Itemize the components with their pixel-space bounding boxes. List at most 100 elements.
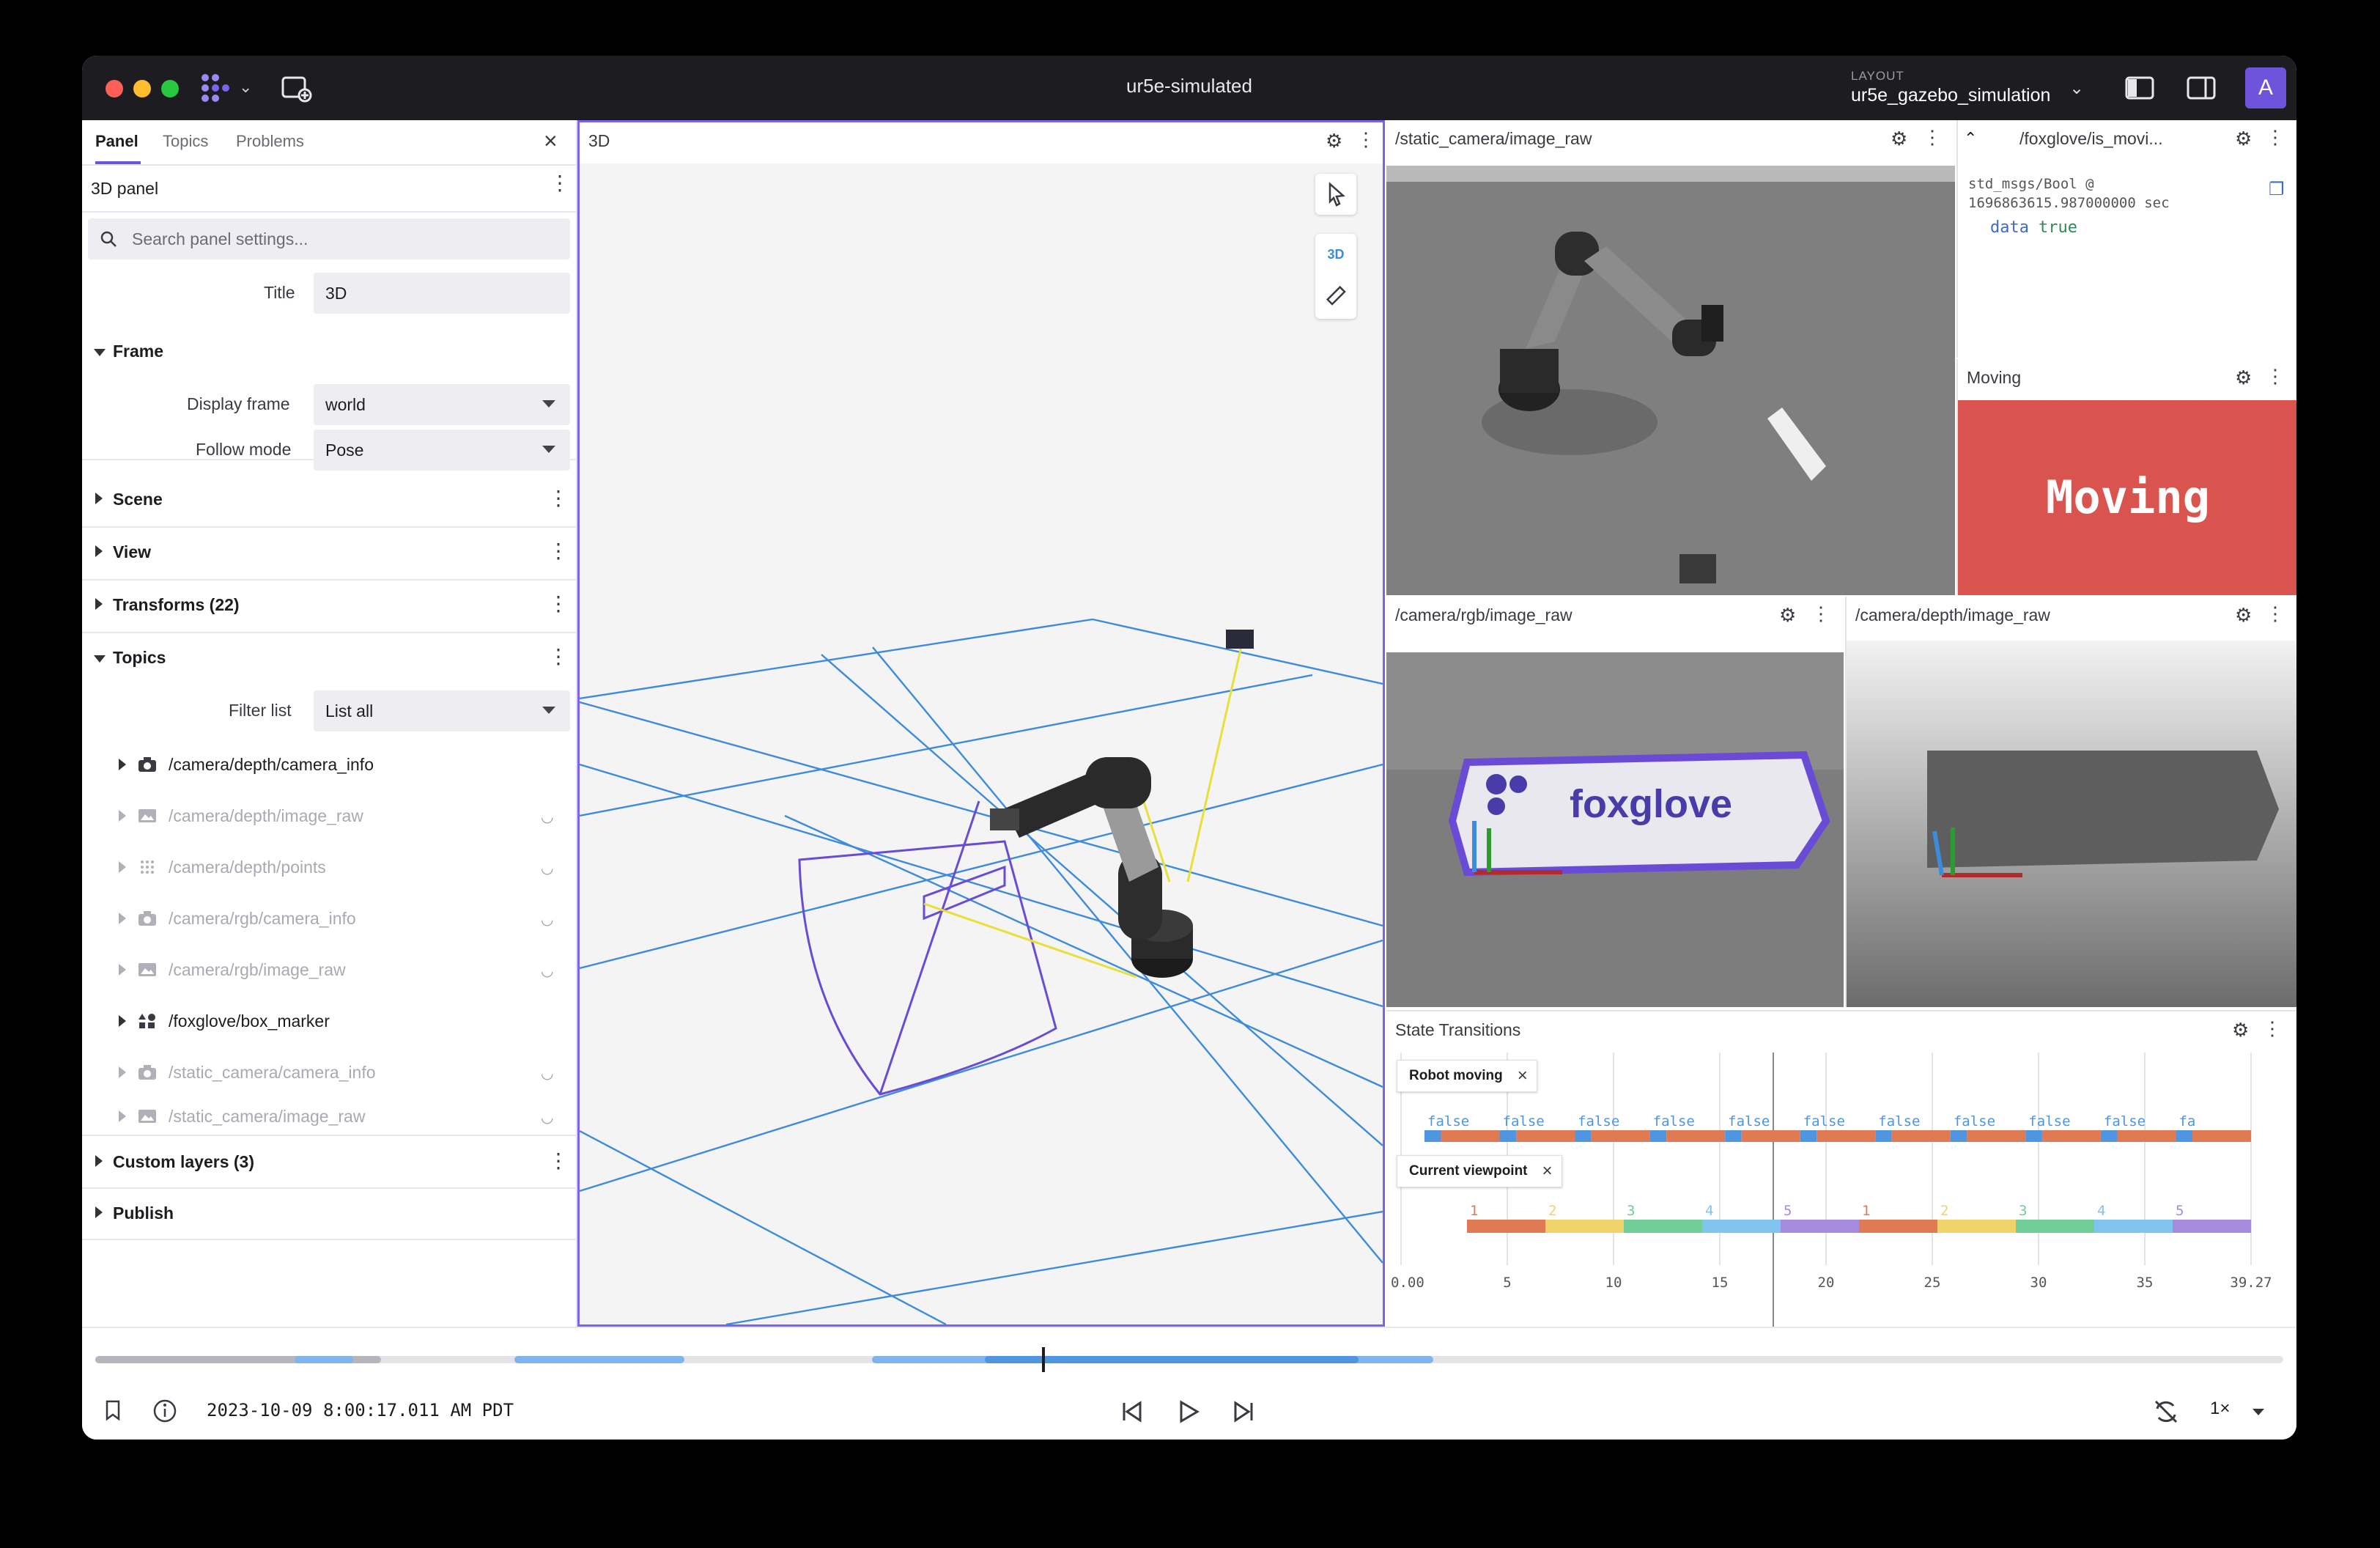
expand-icon[interactable]: [119, 913, 126, 924]
topic-row[interactable]: /camera/depth/camera_info: [82, 739, 576, 790]
layout-chevron-down-icon[interactable]: ⌄: [2069, 78, 2084, 99]
topics-menu-icon[interactable]: ⋮: [548, 646, 569, 667]
swap-panels-icon[interactable]: ⌃: [1964, 129, 1977, 148]
expand-icon[interactable]: [119, 1066, 126, 1078]
state-transitions-panel[interactable]: State Transitions ⚙ ⋮ 0.00 5 10 15 20 25 30 35 3…: [1386, 1010, 2296, 1328]
info-icon[interactable]: [152, 1398, 177, 1423]
eye-off-icon[interactable]: ◡: [541, 962, 553, 980]
tab-problems[interactable]: Problems: [236, 132, 304, 151]
ruler-icon[interactable]: [1326, 285, 1346, 306]
gear-icon[interactable]: ⚙: [1326, 130, 1342, 152]
title-input[interactable]: 3D: [314, 273, 570, 314]
speed-chevron-down-icon[interactable]: [2252, 1409, 2264, 1415]
custom-layers-menu-icon[interactable]: ⋮: [548, 1151, 569, 1171]
seek-forward-icon[interactable]: [1231, 1398, 1257, 1425]
topic-row[interactable]: /static_camera/image_raw ◡: [82, 1098, 576, 1135]
gear-icon[interactable]: ⚙: [1779, 604, 1796, 627]
eye-off-icon[interactable]: ◡: [541, 859, 553, 877]
playhead[interactable]: [1042, 1347, 1045, 1372]
user-avatar[interactable]: A: [2245, 67, 2286, 108]
select-tool-button[interactable]: [1315, 174, 1356, 215]
search-panel-settings[interactable]: Search panel settings...: [88, 218, 570, 259]
layout-name[interactable]: ur5e_gazebo_simulation: [1851, 85, 2050, 106]
display-frame-value: world: [325, 395, 366, 414]
rgb-camera-panel[interactable]: /camera/rgb/image_raw ⚙ ⋮ foxglove: [1386, 597, 1844, 1007]
panel-menu-icon[interactable]: ⋮: [550, 173, 570, 194]
expand-icon[interactable]: [119, 964, 126, 976]
close-icon[interactable]: ×: [1542, 1161, 1553, 1182]
loop-off-icon[interactable]: [2151, 1398, 2181, 1425]
playback-speed[interactable]: 1×: [2210, 1398, 2230, 1419]
transforms-section[interactable]: Transforms (22) ⋮: [82, 579, 576, 633]
seek-backward-icon[interactable]: [1118, 1398, 1145, 1425]
more-icon[interactable]: ⋮: [2263, 1017, 2282, 1040]
expand-icon[interactable]: [119, 861, 126, 873]
toggle-left-sidebar-icon[interactable]: [2124, 73, 2156, 103]
depth-camera-panel[interactable]: /camera/depth/image_raw ⚙ ⋮: [1845, 597, 2296, 1007]
current-viewpoint-series-label[interactable]: Current viewpoint ×: [1397, 1155, 1562, 1187]
3d-panel[interactable]: 3D ⚙ ⋮ 3D: [577, 120, 1385, 1327]
filter-list-select[interactable]: List all: [314, 690, 570, 731]
play-icon[interactable]: [1175, 1398, 1202, 1425]
expand-icon[interactable]: [119, 1110, 126, 1122]
topic-row[interactable]: /camera/depth/image_raw ◡: [82, 790, 576, 841]
more-icon[interactable]: ⋮: [2266, 126, 2285, 149]
frame-header[interactable]: Frame: [113, 342, 163, 361]
is-moving-panel[interactable]: ⌃ /foxglove/is_movi... ⚙ ⋮ std_msgs/Bool…: [1956, 120, 2296, 358]
panel-name: 3D panel: [91, 179, 159, 198]
3d-mode-toggle[interactable]: 3D: [1315, 247, 1356, 262]
current-time[interactable]: 2023-10-09 8:00:17.011 AM PDT: [207, 1400, 514, 1420]
eye-off-icon[interactable]: ◡: [541, 1064, 553, 1083]
viewpoint-segment: [2016, 1220, 2094, 1233]
more-icon[interactable]: ⋮: [1923, 126, 1942, 149]
3d-scene[interactable]: [580, 163, 1383, 1324]
topic-row[interactable]: /camera/depth/points ◡: [82, 841, 576, 893]
static-camera-panel[interactable]: /static_camera/image_raw ⚙ ⋮: [1386, 120, 1955, 595]
topics-collapse-icon[interactable]: [94, 655, 106, 663]
more-icon[interactable]: ⋮: [2266, 365, 2285, 388]
gear-icon[interactable]: ⚙: [2235, 128, 2252, 150]
follow-mode-select[interactable]: Pose: [314, 430, 570, 471]
expand-icon[interactable]: [119, 1015, 126, 1027]
gear-icon[interactable]: ⚙: [2232, 1019, 2249, 1042]
transforms-menu-icon[interactable]: ⋮: [548, 594, 569, 614]
robot-moving-series-label[interactable]: Robot moving ×: [1397, 1060, 1537, 1092]
gear-icon[interactable]: ⚙: [1891, 128, 1907, 150]
copy-icon[interactable]: ❐: [2269, 179, 2285, 200]
close-icon[interactable]: ×: [1518, 1066, 1528, 1086]
display-frame-select[interactable]: world: [314, 384, 570, 425]
topic-row[interactable]: /static_camera/camera_info ◡: [82, 1047, 576, 1098]
toggle-right-sidebar-icon[interactable]: [2185, 73, 2217, 103]
gear-icon[interactable]: ⚙: [2235, 604, 2252, 627]
eye-off-icon[interactable]: ◡: [541, 808, 553, 826]
robot-moving-false-segment: [1499, 1130, 1517, 1142]
topic-row[interactable]: /camera/rgb/image_raw ◡: [82, 944, 576, 995]
custom-layers-section[interactable]: Custom layers (3) ⋮: [82, 1136, 576, 1189]
eye-off-icon[interactable]: ◡: [541, 910, 553, 929]
eye-off-icon[interactable]: ◡: [541, 1108, 553, 1127]
expand-icon[interactable]: [119, 810, 126, 822]
close-sidebar-icon[interactable]: ×: [544, 128, 558, 155]
scene-menu-icon[interactable]: ⋮: [548, 488, 569, 509]
more-icon[interactable]: ⋮: [1356, 128, 1375, 151]
topics-header[interactable]: Topics: [113, 648, 166, 668]
moving-panel[interactable]: Moving ⚙ ⋮ Moving: [1956, 359, 2296, 595]
more-icon[interactable]: ⋮: [2266, 602, 2285, 625]
tab-panel[interactable]: Panel: [95, 132, 138, 151]
robot-moving-false-segment: [1800, 1130, 1817, 1142]
title-placeholder: 3D: [325, 284, 347, 303]
tab-topics[interactable]: Topics: [163, 132, 208, 151]
moving-indicator: Moving: [1958, 400, 2296, 595]
gear-icon[interactable]: ⚙: [2235, 366, 2252, 389]
view-menu-icon[interactable]: ⋮: [548, 541, 569, 561]
expand-icon[interactable]: [119, 759, 126, 770]
more-icon[interactable]: ⋮: [1811, 602, 1830, 625]
publish-section[interactable]: Publish: [82, 1187, 576, 1240]
scene-section[interactable]: Scene ⋮: [82, 473, 576, 528]
bookmark-icon[interactable]: [103, 1398, 123, 1422]
topic-row[interactable]: /camera/rgb/camera_info ◡: [82, 893, 576, 944]
view-section[interactable]: View ⋮: [82, 526, 576, 580]
state-transitions-chart[interactable]: 0.00 5 10 15 20 25 30 35 39.27false false false fal…: [1386, 1053, 2296, 1328]
frame-collapse-icon[interactable]: [94, 349, 106, 356]
topic-row[interactable]: /foxglove/box_marker: [82, 995, 576, 1047]
